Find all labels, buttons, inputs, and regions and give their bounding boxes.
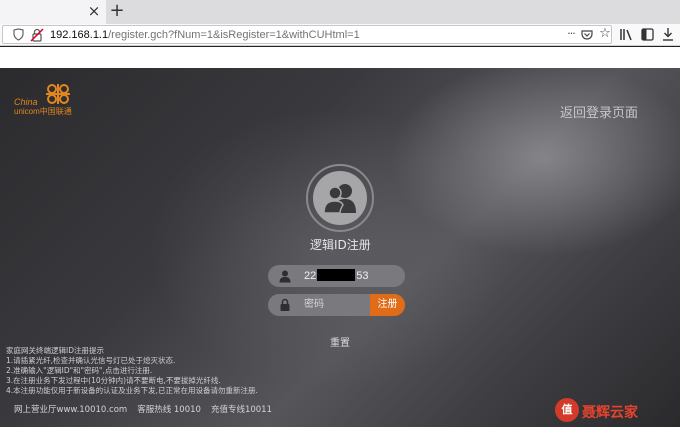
footer-recharge: 充值专线10011 — [210, 405, 272, 415]
logical-id-field[interactable]: 22 53 — [268, 265, 405, 287]
notes-line: 4.本注册功能仅用于新设备的认证及业务下发,已正常在用设备请勿重新注册. — [6, 386, 258, 395]
lock-icon — [280, 298, 290, 311]
footer: 网上营业厅www.10010.com 客服热线 10010 充值专线10011 — [14, 403, 282, 415]
insecure-lock-icon[interactable] — [30, 28, 44, 42]
china-unicom-logo: China unicom中国联通 — [14, 82, 80, 118]
pocket-icon[interactable] — [581, 29, 593, 41]
new-tab-button[interactable]: + — [108, 2, 126, 20]
redaction-bar — [317, 269, 356, 281]
url-host: 192.168.1.1 — [50, 29, 109, 41]
navigation-bar: 192.168.1.1/register.gch?fNum=1&isRegist… — [0, 24, 680, 46]
registration-notes: 家庭网关终端逻辑ID注册提示 1.请插紧光纤,检查并确认光信号灯已处于熄灭状态.… — [6, 346, 258, 396]
download-icon[interactable] — [662, 27, 674, 41]
password-field[interactable]: 密码 注册 — [268, 294, 405, 316]
close-tab-icon[interactable]: × — [86, 3, 102, 19]
form-title: 逻辑ID注册 — [310, 238, 371, 252]
page-top-margin — [0, 47, 680, 68]
notes-line: 3.在注册业务下发过程中(10分钟内)请不要断电,不要拔掉光纤线. — [6, 376, 221, 385]
logo-unicom-text: unicom中国联通 — [14, 107, 72, 116]
register-button[interactable]: 注册 — [370, 294, 405, 316]
library-icon[interactable] — [619, 28, 633, 41]
watermark-text: 聂辉云家 — [582, 405, 638, 421]
back-to-login-link[interactable]: 返回登录页面 — [560, 102, 638, 121]
url-path: /register.gch?fNum=1&isRegister=1&withCU… — [108, 29, 360, 41]
users-icon — [323, 184, 356, 214]
bookmark-star-icon[interactable]: ☆ — [598, 27, 612, 41]
footer-site: 网上营业厅www.10010.com — [14, 405, 128, 415]
notes-line: 1.请插紧光纤,检查并确认光信号灯已处于熄灭状态. — [6, 356, 176, 365]
notes-heading: 家庭网关终端逻辑ID注册提示 — [6, 346, 104, 355]
info-icon[interactable] — [12, 28, 25, 41]
tab-strip: × + — [0, 0, 680, 24]
avatar-circle — [313, 171, 367, 225]
logical-id-suffix: 53 — [356, 270, 369, 282]
address-bar[interactable]: 192.168.1.1/register.gch?fNum=1&isRegist… — [2, 25, 612, 44]
user-icon — [279, 270, 291, 283]
page-actions-icon[interactable]: ··· — [564, 27, 578, 41]
logical-id-prefix: 22 — [304, 270, 317, 282]
active-tab[interactable]: × — [0, 0, 106, 24]
url-text[interactable]: 192.168.1.1/register.gch?fNum=1&isRegist… — [50, 28, 360, 42]
avatar — [306, 164, 374, 232]
notes-line: 2.准确输入"逻辑ID"和"密码",点击进行注册. — [6, 366, 153, 375]
logical-id-value: 22 53 — [304, 269, 369, 283]
reset-button[interactable]: 重置 — [330, 334, 350, 349]
watermark-badge: 值 — [555, 398, 579, 422]
footer-hotline: 客服热线 10010 — [137, 405, 201, 415]
unicom-knot-icon — [46, 84, 70, 104]
password-placeholder: 密码 — [304, 299, 324, 310]
sidebar-icon[interactable] — [641, 28, 654, 41]
register-page: China unicom中国联通 返回登录页面 逻辑ID注册 22 53 密码 注… — [0, 68, 680, 427]
